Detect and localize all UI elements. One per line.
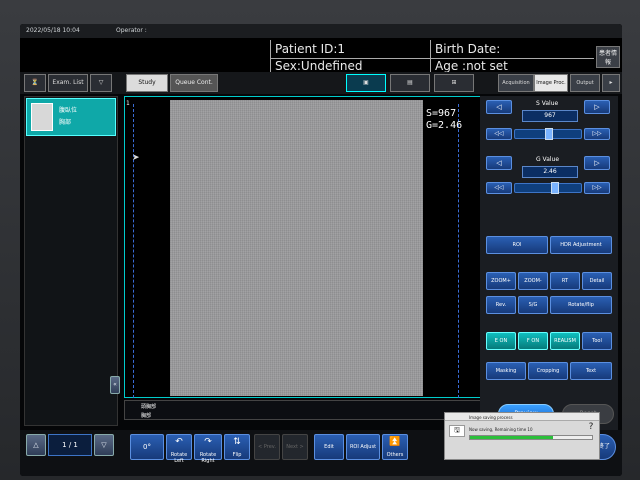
s-value-label: S Value — [536, 100, 559, 107]
exam-list-panel — [24, 96, 118, 426]
rotate-right-button[interactable]: ↷ Rotate Right — [194, 434, 222, 464]
rotation-angle[interactable]: 0° — [130, 434, 164, 460]
patient-info-button[interactable]: 患者情報 — [596, 46, 620, 68]
mouse-cursor: ➤ — [132, 153, 140, 163]
roi-adjust-button[interactable]: ROI Adjust — [346, 434, 380, 460]
rt-button[interactable]: RT — [550, 272, 580, 290]
zoom-out-button[interactable]: ZOOM- — [518, 272, 548, 290]
s-fast-increase-button[interactable]: ▷▷ — [584, 128, 610, 140]
g-decrease-button[interactable]: ◁ — [486, 156, 512, 170]
datetime: 2022/05/18 10:04 — [26, 27, 80, 34]
flip-label: Flip — [232, 452, 242, 458]
tab-acquisition[interactable]: Acquisition — [498, 74, 534, 92]
dialog-title: Image saving process — [469, 415, 513, 420]
reverse-button[interactable]: Rev. — [486, 296, 516, 314]
others-label: Others — [386, 452, 404, 458]
next-button[interactable]: Next > — [282, 434, 308, 460]
s-slider[interactable] — [514, 128, 582, 140]
rotate-left-icon: ↶ — [175, 437, 183, 447]
s-decrease-button[interactable]: ◁ — [486, 100, 512, 114]
tab-image-proc[interactable]: Image Proc. — [534, 74, 568, 92]
s-slider-thumb[interactable] — [545, 128, 554, 140]
funnel-icon[interactable]: ▽ — [90, 74, 112, 92]
tool-button[interactable]: Tool — [582, 332, 612, 350]
detail-button[interactable]: Detail — [582, 272, 612, 290]
g-value-field[interactable]: 2.46 — [522, 166, 578, 178]
layout-split-icon[interactable]: ▤ — [390, 74, 430, 92]
rotate-right-label: Rotate Right — [199, 452, 217, 464]
page-down-icon[interactable]: ▽ — [94, 434, 114, 456]
operator-label: Operator : — [116, 27, 147, 34]
header-bar: 2022/05/18 10:04 Operator : Patient ID:1… — [20, 24, 622, 75]
flip-icon: ⇅ — [233, 437, 241, 447]
sg-button[interactable]: S/G — [518, 296, 548, 314]
progress-bar — [469, 435, 593, 440]
footer-line-1: 頭胸部 — [141, 404, 157, 410]
page-up-icon[interactable]: △ — [26, 434, 46, 456]
exam-name: 腹臥位 — [59, 107, 78, 114]
realism-toggle[interactable]: REALISM — [550, 332, 580, 350]
text-button[interactable]: Text — [570, 362, 612, 380]
right-guide — [458, 104, 459, 398]
exam-list-item[interactable]: 腹臥位 胸部 — [26, 98, 116, 136]
more-tabs-icon[interactable]: ▸ — [602, 74, 620, 92]
layout-single-icon[interactable]: ▣ — [346, 74, 386, 92]
roi-button[interactable]: ROI — [486, 236, 548, 254]
zoom-in-button[interactable]: ZOOM+ — [486, 272, 516, 290]
frame-number: 1 — [126, 100, 130, 107]
s-increase-button[interactable]: ▷ — [584, 100, 610, 114]
edit-button[interactable]: Edit — [314, 434, 344, 460]
dialog-message: Now saving, Remaining time 10 — [469, 427, 533, 432]
screen: 2022/05/18 10:04 Operator : Patient ID:1… — [20, 24, 622, 476]
masking-button[interactable]: Masking — [486, 362, 526, 380]
s-fast-decrease-button[interactable]: ◁◁ — [486, 128, 512, 140]
save-icon: 🖫 — [449, 425, 465, 437]
exam-sub: 胸部 — [59, 119, 72, 126]
others-button[interactable]: ⏫ Others — [382, 434, 408, 460]
tab-study[interactable]: Study — [126, 74, 168, 92]
cropping-button[interactable]: Cropping — [528, 362, 568, 380]
g-fast-decrease-button[interactable]: ◁◁ — [486, 182, 512, 194]
page-indicator: 1 / 1 — [48, 434, 92, 456]
s-readout: S=967 — [426, 108, 457, 119]
left-guide — [133, 104, 134, 398]
g-value-label: G Value — [536, 156, 560, 163]
viewer-footer: 頭胸部 胸部 — [124, 400, 488, 420]
s-value-field[interactable]: 967 — [522, 110, 578, 122]
rotate-right-icon: ↷ — [204, 437, 212, 447]
others-icon: ⏫ — [389, 437, 401, 447]
status-strip: 2022/05/18 10:04 Operator : — [20, 24, 622, 38]
tab-queue-cont[interactable]: Queue Cont. — [170, 74, 218, 92]
help-icon[interactable]: ? — [585, 422, 597, 434]
xray-image[interactable] — [170, 100, 423, 396]
e-on-toggle[interactable]: E ON — [486, 332, 516, 350]
progress-fill — [470, 436, 553, 439]
g-increase-button[interactable]: ▷ — [584, 156, 610, 170]
hdr-adjustment-button[interactable]: HDR Adjustment — [550, 236, 612, 254]
layout-quad-icon[interactable]: ⊞ — [434, 74, 474, 92]
rotate-flip-button[interactable]: Rotate/flip — [550, 296, 612, 314]
tab-output[interactable]: Output — [570, 74, 600, 92]
flip-button[interactable]: ⇅ Flip — [224, 434, 250, 460]
saving-dialog: Image saving process 🖫 Now saving, Remai… — [444, 412, 600, 460]
footer-line-2: 胸部 — [141, 413, 152, 419]
dialog-titlebar: Image saving process — [445, 413, 599, 421]
collapse-left-icon[interactable]: « — [110, 376, 120, 394]
exam-thumbnail — [31, 103, 53, 131]
g-slider-thumb[interactable] — [550, 182, 559, 194]
prev-button[interactable]: < Prev. — [254, 434, 280, 460]
f-on-toggle[interactable]: F ON — [518, 332, 548, 350]
g-fast-increase-button[interactable]: ▷▷ — [584, 182, 610, 194]
g-slider[interactable] — [514, 182, 582, 194]
rotate-left-button[interactable]: ↶ Rotate Left — [166, 434, 192, 464]
filter-icon[interactable]: ⏳ — [24, 74, 46, 92]
tab-exam-list[interactable]: Exam. List — [48, 74, 88, 92]
g-readout: G=2.46 — [426, 120, 463, 131]
